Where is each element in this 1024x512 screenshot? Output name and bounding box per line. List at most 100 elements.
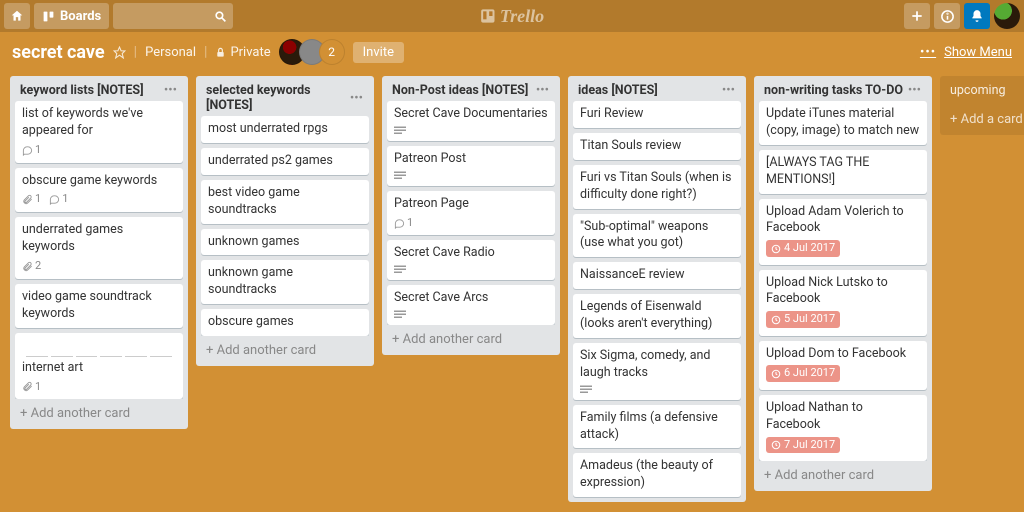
list-menu-button[interactable]: ••• [160, 83, 181, 98]
card[interactable]: Secret Cave Arcs [387, 285, 555, 325]
card[interactable]: Furi vs Titan Souls (when is difficulty … [573, 165, 741, 209]
card-title: Patreon Page [394, 196, 548, 213]
card-title: Upload Nick Lutsko to Facebook [766, 275, 920, 309]
card[interactable]: "Sub-optimal" weapons (use what you got) [573, 214, 741, 258]
card-title: Amadeus (the beauty of expression) [580, 458, 734, 492]
list-title[interactable]: Non-Post ideas [NOTES] [392, 83, 532, 98]
info-button[interactable] [934, 3, 960, 29]
due-date-badge: 7 Jul 2017 [766, 437, 840, 454]
list-menu-button[interactable]: ••• [904, 83, 925, 98]
card[interactable]: best video game soundtracks [201, 180, 369, 224]
list: Non-Post ideas [NOTES]••• Secret Cave Doc… [382, 76, 560, 355]
due-date-badge: 4 Jul 2017 [766, 240, 840, 257]
card[interactable]: most underrated rpgs [201, 116, 369, 143]
boards-icon [42, 10, 55, 23]
card[interactable]: Secret Cave Radio [387, 240, 555, 280]
notifications-button[interactable] [964, 3, 990, 29]
comments-badge: 1 [22, 143, 41, 158]
due-date-badge: 5 Jul 2017 [766, 311, 840, 328]
card[interactable]: obscure games [201, 309, 369, 336]
add-card-button[interactable]: + Add another card [382, 325, 560, 355]
show-menu-button[interactable]: •••Show Menu [920, 45, 1012, 60]
card[interactable]: underrated games keywords2 [15, 217, 183, 279]
card-title: best video game soundtracks [208, 185, 362, 219]
card[interactable]: internet art1 [15, 333, 183, 400]
list-title[interactable]: upcoming [950, 83, 1024, 98]
board-canvas: keyword lists [NOTES]•••list of keywords… [0, 72, 1024, 512]
card[interactable]: Upload Nathan to Facebook7 Jul 2017 [759, 395, 927, 461]
card[interactable]: Upload Nick Lutsko to Facebook 5 Jul 2017 [759, 270, 927, 336]
ellipsis-icon: ••• [920, 45, 936, 60]
comments-badge: 1 [49, 192, 68, 207]
home-button[interactable] [4, 3, 30, 29]
add-card-button[interactable]: + Add another card [10, 399, 188, 429]
card-title: Six Sigma, comedy, and laugh tracks [580, 348, 734, 382]
board-name[interactable]: secret cave [12, 42, 105, 63]
info-icon [940, 9, 955, 24]
search-input[interactable] [113, 3, 233, 29]
card[interactable]: Patreon Post [387, 146, 555, 186]
card[interactable]: Update iTunes material (copy, image) to … [759, 101, 927, 145]
visibility-button[interactable]: Private [215, 45, 270, 60]
card[interactable]: unknown game soundtracks [201, 260, 369, 304]
card-title: underrated games keywords [22, 222, 176, 256]
board-header: secret cave | Personal | Private 2 Invit… [0, 32, 1024, 72]
card[interactable]: Titan Souls review [573, 133, 741, 160]
card-title: "Sub-optimal" weapons (use what you got) [580, 219, 734, 253]
card[interactable]: NaissanceE review [573, 262, 741, 289]
card[interactable]: [ALWAYS TAG THE MENTIONS!] [759, 150, 927, 194]
card[interactable]: Legends of Eisenwald (looks aren't every… [573, 294, 741, 338]
card-title: internet art [22, 360, 176, 377]
list: ideas [NOTES]••• Furi Review Titan Souls r… [568, 76, 746, 502]
description-icon [394, 171, 406, 181]
team-label[interactable]: Personal [145, 45, 196, 60]
star-button[interactable] [113, 46, 126, 59]
card-title: Update iTunes material (copy, image) to … [766, 106, 920, 140]
description-icon [394, 310, 406, 320]
list-title[interactable]: selected keywords [NOTES] [206, 83, 346, 113]
card[interactable]: Six Sigma, comedy, and laugh tracks [573, 343, 741, 400]
card[interactable]: video game soundtrack keywords [15, 284, 183, 328]
add-button[interactable] [904, 3, 930, 29]
card[interactable]: underrated ps2 games [201, 148, 369, 175]
home-icon [10, 9, 24, 23]
card[interactable]: Furi Review [573, 101, 741, 128]
list: selected keywords [NOTES]••• most underra… [196, 76, 374, 366]
list-menu-button[interactable]: ••• [532, 83, 553, 98]
description-icon [580, 385, 592, 395]
top-bar: Boards Trello [0, 0, 1024, 32]
plus-icon [910, 9, 924, 23]
card-title: obscure game keywords [22, 173, 176, 190]
list-menu-button[interactable]: ••• [718, 83, 739, 98]
card[interactable]: list of keywords we've appeared for 1 [15, 101, 183, 163]
card-title: Secret Cave Documentaries [394, 106, 548, 123]
member-extra-count[interactable]: 2 [319, 39, 345, 65]
card[interactable]: Upload Dom to Facebook6 Jul 2017 [759, 341, 927, 390]
card[interactable]: Family films (a defensive attack) [573, 405, 741, 449]
invite-button[interactable]: Invite [353, 42, 404, 63]
add-card-button[interactable]: + Add a card [940, 105, 1024, 135]
card-title: Upload Dom to Facebook [766, 346, 920, 363]
card[interactable]: Patreon Page1 [387, 191, 555, 236]
card-title: Upload Adam Volerich to Facebook [766, 204, 920, 238]
boards-button[interactable]: Boards [34, 3, 109, 29]
card-title: list of keywords we've appeared for [22, 106, 176, 140]
card-title: underrated ps2 games [208, 153, 362, 170]
user-avatar[interactable] [994, 3, 1020, 29]
description-icon [394, 126, 406, 136]
list-menu-button[interactable]: ••• [346, 91, 367, 106]
add-card-button[interactable]: + Add another card [754, 461, 932, 491]
list-title[interactable]: non-writing tasks TO-DO [764, 83, 904, 98]
card[interactable]: unknown games [201, 229, 369, 256]
attachments-badge: 1 [22, 192, 41, 207]
add-card-button[interactable]: + Add another card [196, 336, 374, 366]
card[interactable]: obscure game keywords 11 [15, 168, 183, 213]
card-cover-image [22, 338, 176, 360]
card[interactable]: Secret Cave Documentaries [387, 101, 555, 141]
list-title[interactable]: ideas [NOTES] [578, 83, 718, 98]
card[interactable]: Amadeus (the beauty of expression) [573, 453, 741, 497]
card[interactable]: Upload Adam Volerich to Facebook 4 Jul 20… [759, 199, 927, 265]
members-list: 2 [279, 39, 345, 65]
list-title[interactable]: keyword lists [NOTES] [20, 83, 160, 98]
brand-logo[interactable]: Trello [480, 6, 544, 27]
